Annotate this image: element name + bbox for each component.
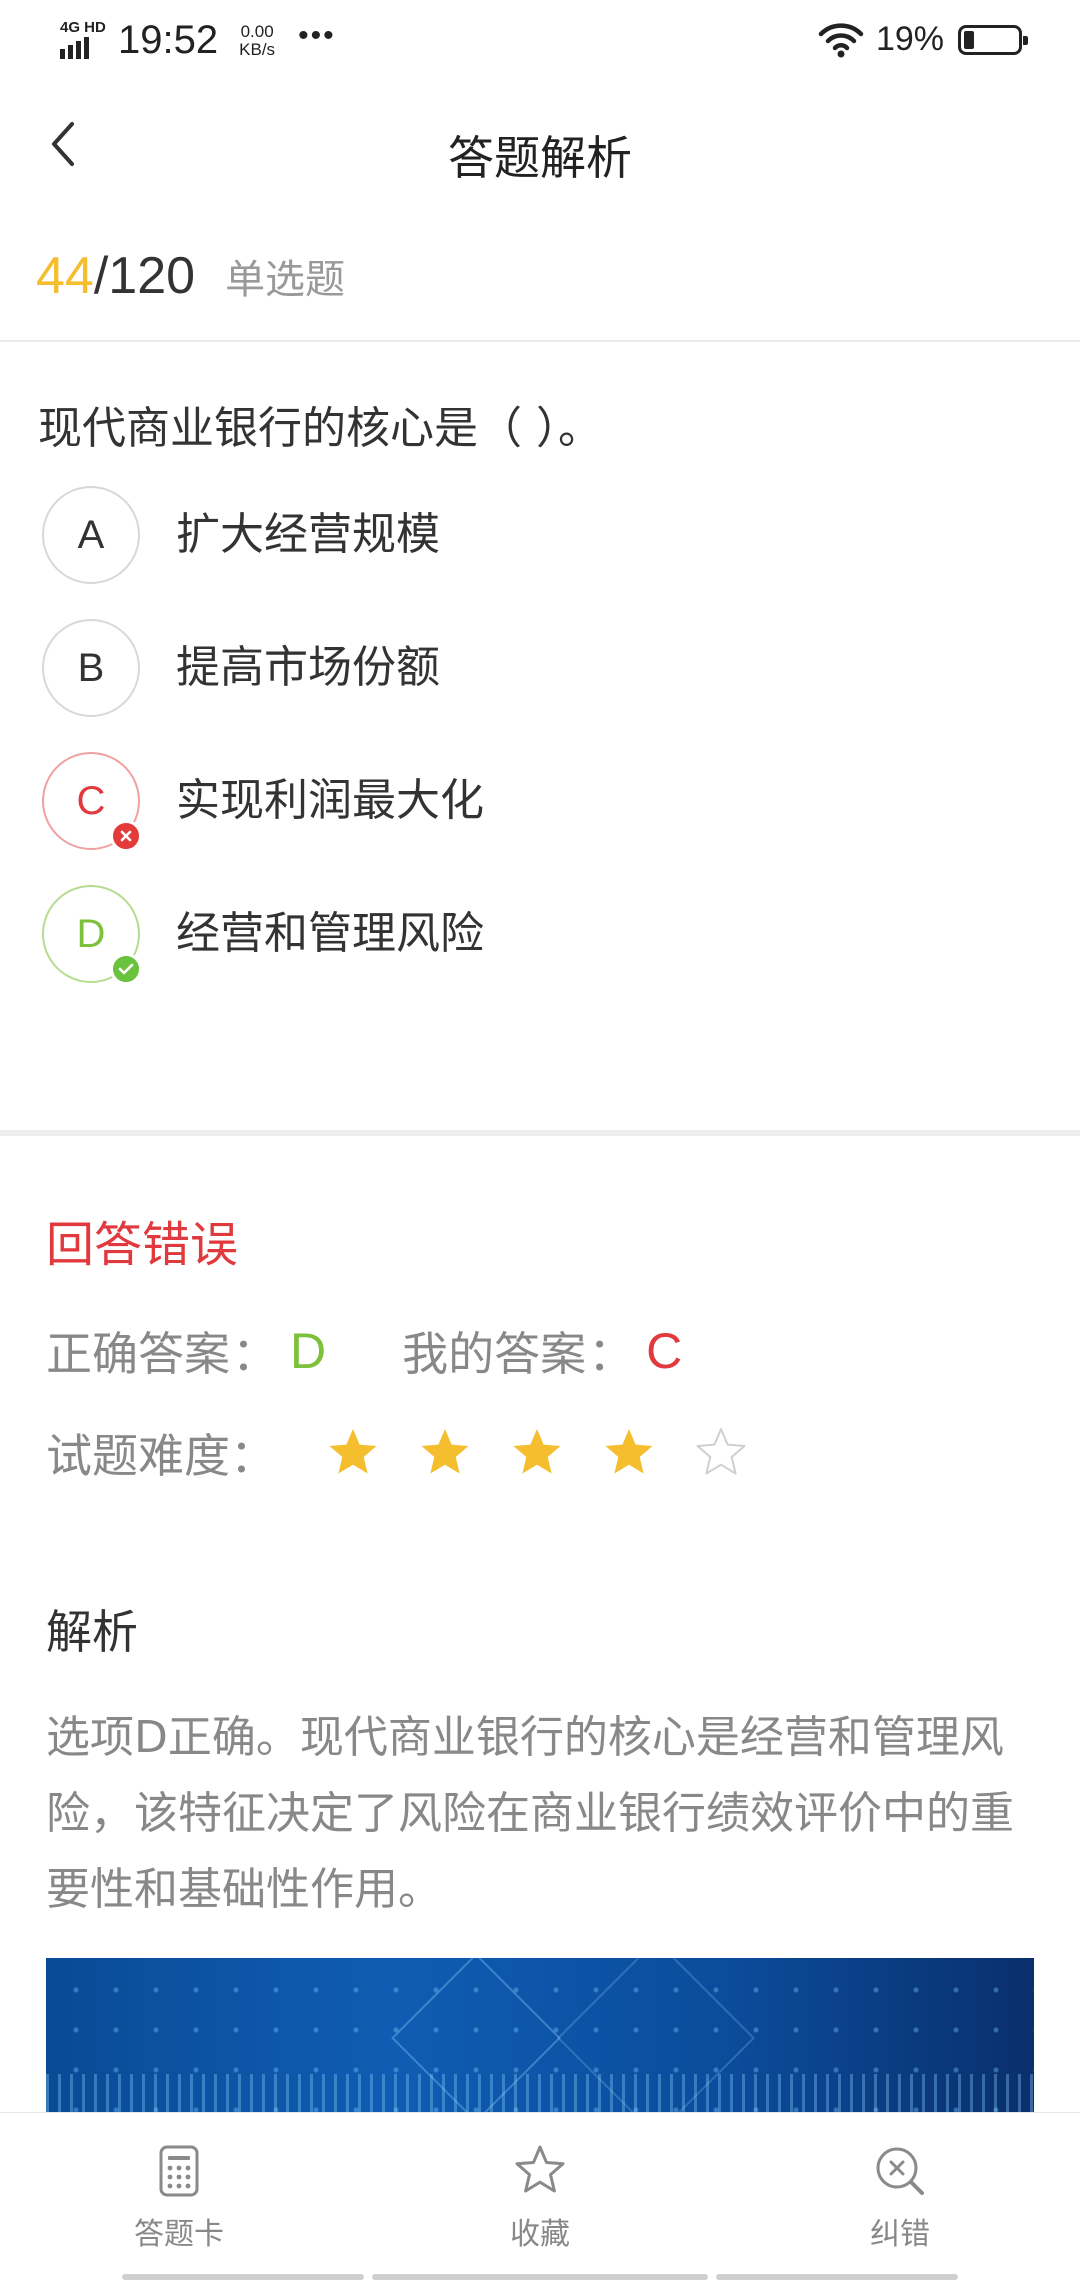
- nav-label: 纠错: [870, 2217, 930, 2252]
- question-progress: 44 /120 单选题: [36, 246, 345, 316]
- correct-answer-label: 正确答案: [46, 1327, 230, 1381]
- gesture-bar-segment: [716, 2274, 958, 2280]
- option-text: 提高市场份额: [176, 642, 440, 693]
- bottom-nav: 答题卡 收藏 纠错: [0, 2112, 1080, 2280]
- difficulty-stars: [326, 1426, 748, 1480]
- correct-answer-value: D: [290, 1323, 327, 1379]
- wrong-mark-icon: [110, 820, 142, 852]
- network-type: 4G HD: [60, 18, 106, 36]
- option-text: 扩大经营规模: [176, 509, 440, 560]
- option-letter: B: [77, 645, 105, 690]
- star-filled-icon: [421, 1429, 469, 1474]
- question-type: 单选题: [225, 257, 346, 303]
- report-error-button[interactable]: 纠错: [800, 2141, 1000, 2253]
- my-answer-label: 我的答案: [402, 1327, 587, 1381]
- ad-banner-image[interactable]: [46, 1958, 1034, 2114]
- answer-sheet-button[interactable]: 答题卡: [79, 2141, 279, 2253]
- option-text: 实现利润最大化: [176, 775, 484, 826]
- signal-icon: 4G HD: [58, 19, 106, 63]
- top-bar: 答题解析: [0, 84, 1080, 214]
- star-filled-icon: [513, 1429, 561, 1474]
- option-letter: A: [77, 512, 105, 557]
- clock: 19:52: [118, 18, 219, 62]
- option-b[interactable]: B 提高市场份额: [42, 619, 1042, 752]
- question-text: 现代商业银行的核心是（ ）。: [38, 403, 602, 454]
- option-text: 经营和管理风险: [176, 908, 484, 959]
- analysis-text: 选项D正确。现代商业银行的核心是经营和管理风险，该特征决定了风险在商业银行绩效评…: [46, 1712, 1014, 1915]
- battery-icon: [958, 24, 1028, 55]
- divider: [0, 340, 1080, 342]
- answer-summary: 正确答案 ： D 我的答案 ： C: [46, 1318, 682, 1384]
- network-speed-unit: KB/s: [239, 39, 276, 59]
- network-speed-value: 0.00: [240, 21, 274, 41]
- analysis-title: 解析: [46, 1605, 138, 1659]
- my-answer-value: C: [646, 1323, 683, 1379]
- battery-percent: 19%: [875, 20, 944, 58]
- difficulty-row: 试题难度：: [46, 1420, 748, 1486]
- page-title: 答题解析: [448, 131, 632, 185]
- star-filled-icon: [329, 1429, 377, 1474]
- network-speed: 0.00 KB/s: [232, 21, 282, 59]
- difficulty-label: 试题难度：: [46, 1429, 276, 1483]
- option-c[interactable]: C 实现利润最大化: [42, 752, 1042, 885]
- favorite-button[interactable]: 收藏: [440, 2141, 640, 2253]
- nav-label: 答题卡: [134, 2217, 224, 2252]
- error-search-icon: [876, 2147, 924, 2195]
- option-letter-circle: D: [42, 885, 142, 985]
- option-a[interactable]: A 扩大经营规模: [42, 486, 1042, 619]
- option-d[interactable]: D 经营和管理风险: [42, 885, 1042, 1018]
- star-outline-icon: [515, 2145, 565, 2193]
- option-letter: C: [76, 778, 106, 823]
- answer-status: 回答错误: [46, 1217, 239, 1273]
- option-letter-circle: B: [42, 619, 140, 717]
- option-letter-circle: A: [42, 486, 140, 584]
- colon: ：: [588, 1327, 635, 1381]
- star-filled-icon: [605, 1429, 653, 1474]
- answer-sheet-icon: [159, 2145, 199, 2197]
- section-divider: [0, 1130, 1080, 1136]
- option-letter: D: [76, 911, 106, 956]
- options-list: A 扩大经营规模 B 提高市场份额 C 实现利润最大化 D 经营和管理风险: [42, 486, 1042, 1018]
- status-bar: 4G HD 19:52 0.00 KB/s ••• 19%: [0, 0, 1080, 84]
- wifi-icon: [818, 22, 864, 57]
- total-questions: /120: [93, 247, 196, 305]
- correct-check-icon: [110, 953, 142, 985]
- gesture-bar-segment: [372, 2274, 708, 2280]
- gesture-bar-segment: [122, 2274, 364, 2280]
- current-question-number: 44: [36, 247, 94, 305]
- colon: ：: [232, 1327, 278, 1381]
- nav-label: 收藏: [510, 2217, 570, 2252]
- option-letter-circle: C: [42, 752, 142, 852]
- star-empty-icon: [696, 1428, 746, 1475]
- more-notifications-icon: •••: [298, 18, 336, 52]
